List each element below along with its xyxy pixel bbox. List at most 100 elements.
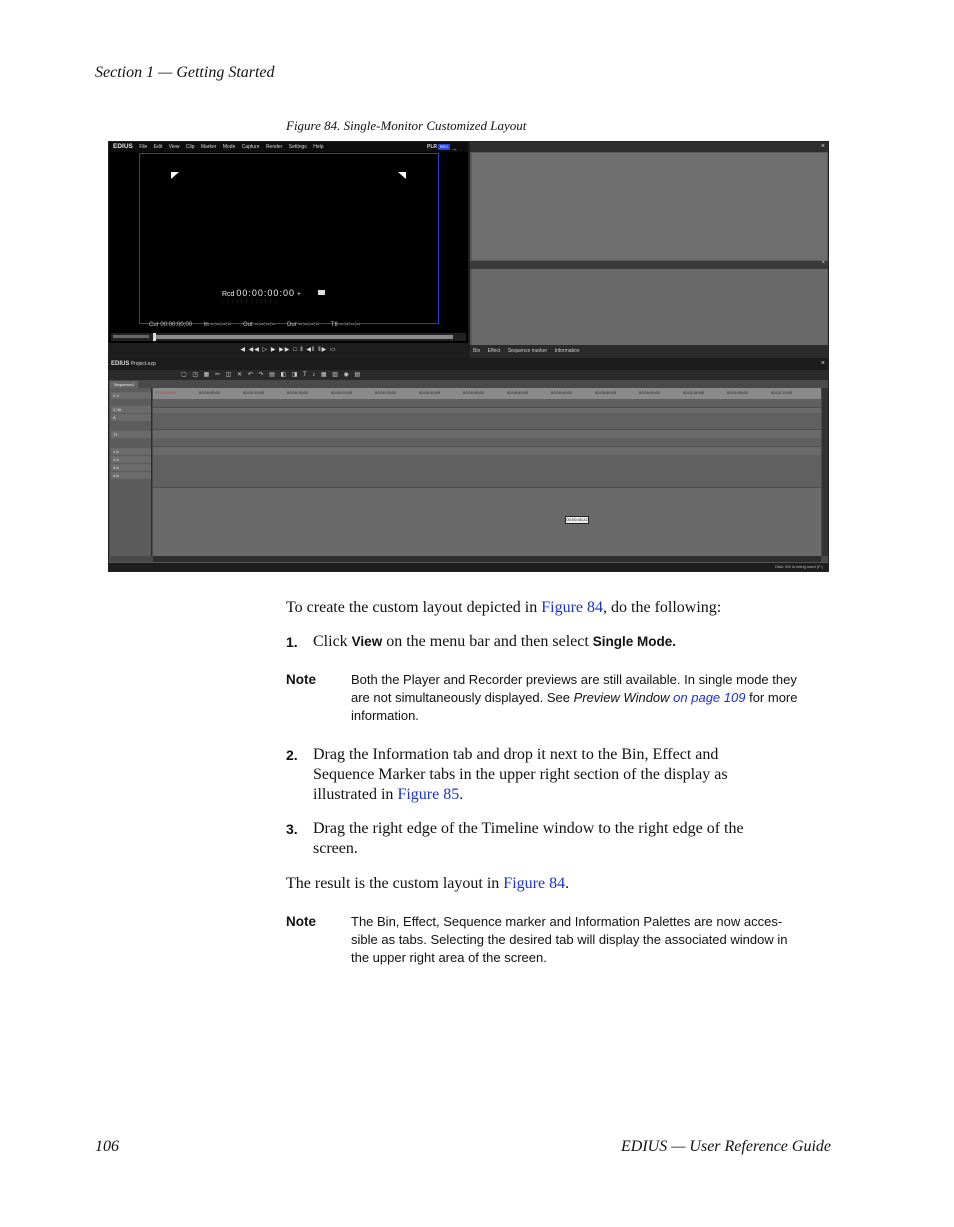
palette-tabs: Bin Effect Sequence marker Information [470,345,828,358]
figure-screenshot: EDIUS File Edit View Clip Marker Mode Ca… [108,141,829,572]
track-header[interactable]: A [111,414,151,421]
figure-85-link[interactable]: Figure 85 [397,786,459,803]
timeline-toolbar[interactable]: ▢ ◳ ▦ ✂ ◫ ✕ ↶ ↷ ▤ ◧ ◨ T ♪ ▦ ▥ ◉ ▤ [109,370,828,380]
menu-view[interactable]: View [169,144,180,150]
minimize-button[interactable]: _ [453,142,456,152]
menu-file[interactable]: File [139,144,147,150]
tab-effect[interactable]: Effect [485,348,504,354]
plr-button[interactable]: PLR [427,142,437,152]
project-name: Project.ezp [130,361,156,367]
page-109-link[interactable]: on page 109 [670,690,745,705]
tab-information[interactable]: Information [552,348,583,354]
safe-area-frame [139,153,439,324]
ruler-tick: 00:00:15;00 [287,390,309,395]
vertical-scrollbar[interactable] [822,388,828,556]
track-lane[interactable] [153,438,821,447]
ruler-tick: 00:00:10;00 [243,390,265,395]
note-line: information. [351,708,419,723]
ruler-tick: 00:01:00;00 [683,390,705,395]
note-line: Both the Player and Recorder previews ar… [351,672,797,687]
track-header[interactable]: 2 V [111,392,151,399]
ruler-tick: 00:00:50;00 [595,390,617,395]
seek-knob[interactable] [153,333,156,341]
track-lane[interactable] [153,399,821,408]
note-text: are not simultaneously displayed. See [351,690,574,705]
track-header[interactable]: 1 VA [111,406,151,413]
menu-help[interactable]: Help [313,144,323,150]
timecode-info-row: Cur 00:00:00;00 In --:--:--:-- Out --:--… [149,322,370,328]
track-header[interactable]: 4 A [111,472,151,479]
note-label: Note [286,914,316,929]
step-line: Sequence Marker tabs in the upper right … [313,766,728,783]
footer-title: EDIUS — User Reference Guide [620,1138,831,1155]
ruler-tick: 00:00:05;00 [199,390,221,395]
time-ruler[interactable]: 00:00:00;00 00:00:05;00 00:00:10;00 00:0… [153,388,821,399]
close-icon[interactable]: × [821,142,825,152]
step-2-text: Drag the Information tab and drop it nex… [313,745,813,805]
note-label: Note [286,672,316,687]
palette-upper-area [472,153,827,260]
menu-marker[interactable]: Marker [201,144,217,150]
step-number: 2. [286,747,298,763]
close-icon[interactable]: × [821,358,825,370]
menu-mode[interactable]: Mode [223,144,236,150]
step-line: screen. [313,840,358,857]
track-header[interactable]: T1 [111,431,151,438]
ruler-tick: 00:00:55;00 [639,390,661,395]
ruler-tick: 00:00:30;00 [419,390,441,395]
xref-title: Preview Window [573,690,670,705]
track-lane[interactable] [153,479,821,488]
timecode-plus: + [296,291,301,298]
tab-bin[interactable]: Bin [470,348,483,354]
tab-sequence[interactable]: Sequence1 [110,381,138,388]
result-paragraph: The result is the custom layout in Figur… [286,874,569,894]
menu-clip[interactable]: Clip [186,144,195,150]
step-text: on the menu bar and then select [382,633,593,650]
step-line: illustrated in Figure 85. [313,785,813,805]
intro-paragraph: To create the custom layout depicted in … [286,598,721,618]
rec-button[interactable]: REC [438,144,450,150]
menu-edit[interactable]: Edit [154,144,163,150]
rec-label: Rcd [222,291,235,298]
note-1-text: Both the Player and Recorder previews ar… [351,671,811,725]
palette-divider[interactable]: × [470,260,828,269]
out-timecode: Out --:--:--:-- [243,322,276,328]
position-slider[interactable] [111,333,466,341]
corner-marker-icon [398,172,406,179]
status-bar: Disk: 5% is being used (F:) [109,562,828,571]
figure-84-link[interactable]: Figure 84 [541,599,603,616]
track-header[interactable]: 3 A [111,464,151,471]
note-line: The Bin, Effect, Sequence marker and Inf… [351,914,783,929]
track-area[interactable]: 00:00:45;22 [153,399,821,556]
step-line: Drag the Information tab and drop it nex… [313,746,719,763]
transport-controls[interactable]: ◀ ◀◀ ▷ ▶ ▶▶ □ ‖ ◀‖ ‖▶ ▭ [109,343,468,358]
track-headers: 2 V 1 VA A T1 1 A 2 A 3 A 4 A [110,388,152,556]
in-timecode: In --:--:--:-- [203,322,232,328]
note-line: sible as tabs. Selecting the desired tab… [351,932,788,947]
menu-capture[interactable]: Capture [242,144,260,150]
player-window: EDIUS File Edit View Clip Marker Mode Ca… [109,142,470,358]
step-line: Drag the right edge of the Timeline wind… [313,820,744,837]
cursor-timecode-tooltip: 00:00:45;22 [565,516,589,524]
seek-track[interactable] [153,335,453,339]
menu-render[interactable]: Render [266,144,282,150]
ttl-timecode: Ttl --:--:--:-- [330,322,361,328]
track-header[interactable]: 1 A [111,448,151,455]
track-header[interactable]: 2 A [111,456,151,463]
tab-sequence-marker[interactable]: Sequence marker [505,348,550,354]
palette-title-bar: × [470,142,828,152]
ruler-tick: 00:00:35;00 [463,390,485,395]
recorder-timecode: Rcd 00:00:00:00 + [222,288,301,298]
shuttle-slider[interactable] [113,335,149,338]
step-text: . [459,786,464,803]
result-text-end: . [565,875,570,892]
menu-settings[interactable]: Settings [289,144,307,150]
figure-84-link[interactable]: Figure 84 [503,875,565,892]
note-2-text: The Bin, Effect, Sequence marker and Inf… [351,913,811,967]
section-header: Section 1 — Getting Started [95,64,275,81]
edius-logo: EDIUS [113,143,133,150]
timecode-dots: : : : : : : : : : : : : [222,299,277,305]
close-icon[interactable]: × [821,260,825,266]
track-lane[interactable] [153,421,821,430]
step-text: Click [313,633,352,650]
